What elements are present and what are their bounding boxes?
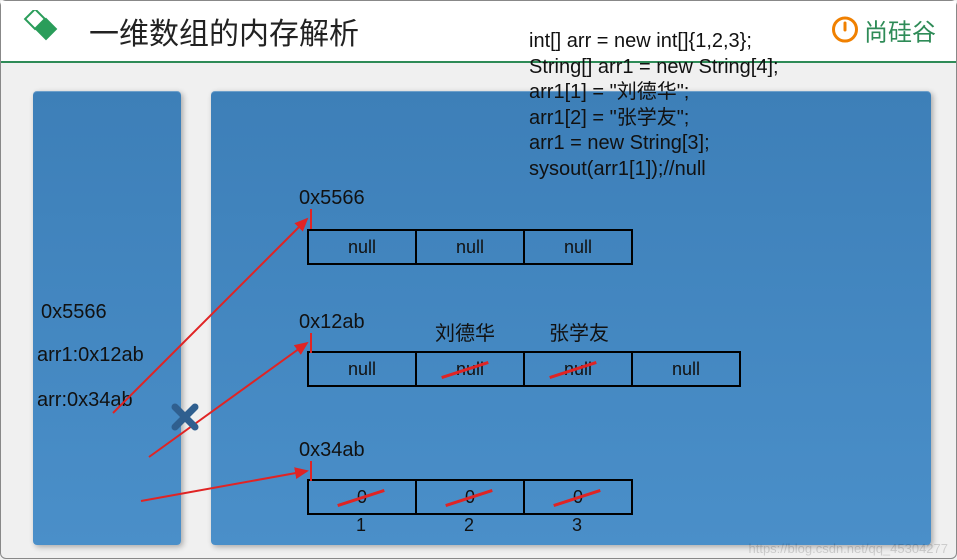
cell: null — [524, 230, 632, 264]
overwrite-label-1: 刘德华 — [435, 317, 495, 346]
stack-arr: arr:0x34ab — [37, 389, 133, 412]
header: 一维数组的内存解析 尚硅谷 — [1, 1, 956, 63]
stack-old-ref: 0x5566 — [41, 301, 107, 324]
brand-logo: 尚硅谷 — [832, 12, 936, 47]
idx: 1 — [307, 515, 415, 536]
overwrite-label-2: 张学友 — [549, 317, 609, 346]
cell: null — [632, 352, 740, 386]
heap-addr-c: 0x34ab — [299, 439, 365, 462]
power-icon — [832, 17, 858, 43]
diamond-icon — [17, 10, 59, 52]
index-row: 1 2 3 — [307, 515, 631, 536]
brand-text: 尚硅谷 — [864, 12, 936, 47]
cell: null — [308, 230, 416, 264]
code-snippet: int[] arr = new int[]{1,2,3}; String[] a… — [529, 29, 779, 183]
watermark: https://blog.csdn.net/qq_45304277 — [749, 541, 949, 556]
heap-array-b: null null null null — [307, 351, 741, 387]
heap-array-a: null null null — [307, 229, 633, 265]
page-title: 一维数组的内存解析 — [89, 9, 359, 53]
idx: 2 — [415, 515, 523, 536]
idx: 3 — [523, 515, 631, 536]
cross-icon — [171, 403, 199, 431]
heap-addr-a: 0x5566 — [299, 187, 365, 210]
cell: null — [416, 230, 524, 264]
stack-arr1: arr1:0x12ab — [37, 344, 144, 367]
cell: null — [308, 352, 416, 386]
heap-addr-b: 0x12ab — [299, 311, 365, 334]
